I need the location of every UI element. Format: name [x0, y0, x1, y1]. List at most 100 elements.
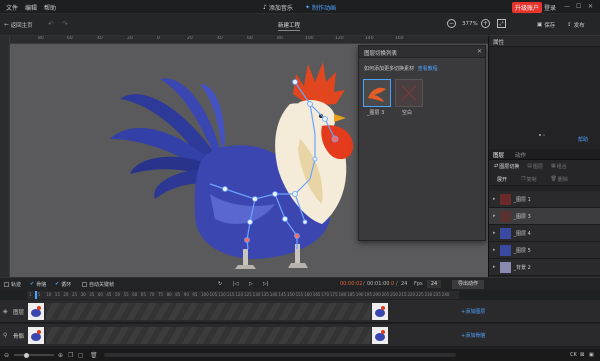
delete-label: 删除: [557, 176, 568, 183]
restart-icon[interactable]: ↻: [218, 281, 222, 287]
frame-mark: 220: [407, 292, 416, 297]
layer-row[interactable]: ▸ _图层 4: [489, 225, 600, 242]
add-layer-button[interactable]: +添加图层: [461, 308, 485, 315]
make-animation-button[interactable]: ✦ 制作动画: [305, 3, 336, 12]
swap-item-layer3[interactable]: [363, 79, 391, 107]
zoom-in-icon[interactable]: +: [481, 19, 490, 28]
tab-actions[interactable]: 动作: [515, 151, 526, 159]
frame-mark: 80: [166, 292, 172, 297]
magic-wand-icon: ✦: [305, 4, 311, 11]
timeline-controls: 轨迹 ✔ 骨骼 ✔ 循环 自动关键帧 ↻ |◁ ▷ ▷| 00:00:02 / 00…: [0, 277, 600, 290]
group-label: 组合: [556, 164, 567, 170]
chevron-right-icon[interactable]: ▸: [493, 230, 496, 236]
tray-icon[interactable]: ⊠: [580, 352, 584, 358]
keyframe-thumbnail[interactable]: [28, 327, 44, 344]
undo-icon[interactable]: ↶: [48, 20, 54, 28]
chevron-right-icon[interactable]: ▸: [493, 264, 496, 270]
add-music-button[interactable]: ♪ 添加音乐: [263, 3, 293, 12]
time-total: 00:01:00: [367, 281, 390, 287]
auto-keyframe-checkbox[interactable]: 自动关键帧: [82, 281, 114, 288]
layer-swap-label: 图层切换: [499, 164, 520, 170]
play-icon[interactable]: ▷: [249, 281, 253, 287]
zoom-in-icon[interactable]: ⊕: [58, 352, 63, 359]
prev-frame-icon[interactable]: |◁: [233, 281, 239, 287]
make-animation-label: 制作动画: [312, 5, 337, 12]
tray-icon-2[interactable]: ▣: [589, 352, 594, 358]
upgrade-button[interactable]: 升级账户: [512, 2, 543, 13]
layer-toolbar-2: 展开 ❐ 复制 🗑 删除: [489, 173, 600, 186]
layer-row[interactable]: ▸ _图层 5: [489, 242, 600, 259]
keyframe-thumbnail[interactable]: [372, 303, 388, 320]
group-button[interactable]: ▦ 组合: [551, 163, 567, 170]
frame-mark: 105: [209, 292, 218, 297]
help-link[interactable]: 帮助: [578, 136, 588, 143]
bone-icon: ⚲: [3, 332, 8, 339]
menu-edit[interactable]: 编辑: [25, 3, 37, 12]
fit-screen-icon[interactable]: ⤢: [497, 19, 506, 28]
frame-ruler[interactable]: 1 5 10 15 20 25 30 35 40 45 50 55 60 65 70 75 80 85 90 95 10…: [27, 291, 459, 299]
rooster-thumbnail-icon: [31, 306, 41, 317]
chevron-right-icon[interactable]: ▸: [493, 196, 496, 202]
menu-help[interactable]: 帮助: [44, 3, 56, 12]
page-dot[interactable]: [543, 134, 545, 136]
zoom-slider[interactable]: [14, 354, 54, 356]
tab-layers[interactable]: 图层: [493, 151, 504, 159]
track-frames[interactable]: [46, 327, 371, 344]
layer-row[interactable]: ▸ _图层 1: [489, 191, 600, 208]
close-window-icon[interactable]: ✕: [588, 3, 593, 10]
trash-icon[interactable]: 🗑: [90, 352, 98, 359]
copy-button[interactable]: ❐ 复制: [521, 176, 537, 183]
frame-mark: 65: [140, 292, 146, 297]
chevron-right-icon[interactable]: ▸: [493, 213, 496, 219]
zoom-slider-handle[interactable]: [24, 352, 29, 358]
layer-swap-button[interactable]: ⇄ 图层切换: [494, 163, 519, 170]
expand-button[interactable]: 展开: [497, 176, 507, 183]
redo-icon[interactable]: ↷: [62, 20, 68, 28]
layer-label: _背景 2: [513, 264, 531, 271]
track-checkbox[interactable]: 轨迹: [4, 281, 21, 288]
layer-row[interactable]: ▸ _图层 3: [489, 208, 600, 225]
publish-button[interactable]: ⇪ 发布: [567, 21, 585, 29]
page-dot[interactable]: [539, 134, 541, 136]
delete-button[interactable]: 🗑 删除: [551, 176, 568, 183]
keyframe-thumbnail[interactable]: [28, 303, 44, 320]
login-link[interactable]: 登录: [544, 3, 556, 12]
project-title[interactable]: 新建工程: [278, 21, 301, 31]
frame-mark: 130: [252, 292, 261, 297]
ruler-mark: 120: [335, 36, 344, 41]
swap-icon: ⇄: [494, 163, 499, 169]
tutorial-link[interactable]: 查看教程: [418, 66, 438, 72]
menu-file[interactable]: 文件: [6, 3, 18, 12]
fps-input[interactable]: 24: [427, 280, 441, 288]
export-action-button[interactable]: 导出动作: [452, 279, 484, 289]
rooster-comb: [293, 62, 345, 106]
group-icon: ▦: [550, 163, 556, 169]
new-layer-button[interactable]: ▤ 图层: [527, 163, 543, 170]
publish-icon: ⇪: [567, 22, 572, 28]
add-bone-label: 添加骨骼: [465, 333, 486, 339]
layer-row[interactable]: ▸ _背景 2: [489, 259, 600, 276]
keyframe-thumbnail[interactable]: [372, 327, 388, 344]
next-frame-icon[interactable]: ▷|: [263, 281, 269, 287]
copy-icon: ❐: [521, 175, 526, 182]
track-label: 骨骼: [13, 334, 25, 340]
add-bone-button[interactable]: +添加骨骼: [461, 332, 485, 339]
loop-checkbox[interactable]: ✔ 循环: [55, 281, 71, 288]
swap-item-blank[interactable]: [395, 79, 423, 107]
back-home-button[interactable]: ← 返回主页: [4, 21, 33, 29]
copy-icon[interactable]: ❐: [68, 352, 73, 359]
chevron-right-icon[interactable]: ▸: [493, 247, 496, 253]
zoom-out-icon[interactable]: ⊖: [4, 352, 9, 359]
zoom-out-icon[interactable]: −: [447, 19, 456, 28]
swap-hint: 如何添加更多切换素材 查看教程: [364, 65, 438, 72]
save-button[interactable]: ▣ 保存: [537, 21, 555, 29]
close-icon[interactable]: ✕: [477, 48, 482, 55]
timeline-scrollbar[interactable]: [104, 353, 456, 357]
track-frames[interactable]: [46, 303, 371, 320]
paste-icon[interactable]: ▢: [78, 352, 84, 359]
add-layer-label: 添加图层: [465, 309, 486, 315]
maximize-icon[interactable]: ☐: [576, 3, 581, 10]
bone-checkbox[interactable]: ✔ 骨骼: [30, 281, 46, 288]
ruler-mark: 40: [217, 36, 223, 41]
minimize-icon[interactable]: —: [564, 3, 570, 10]
